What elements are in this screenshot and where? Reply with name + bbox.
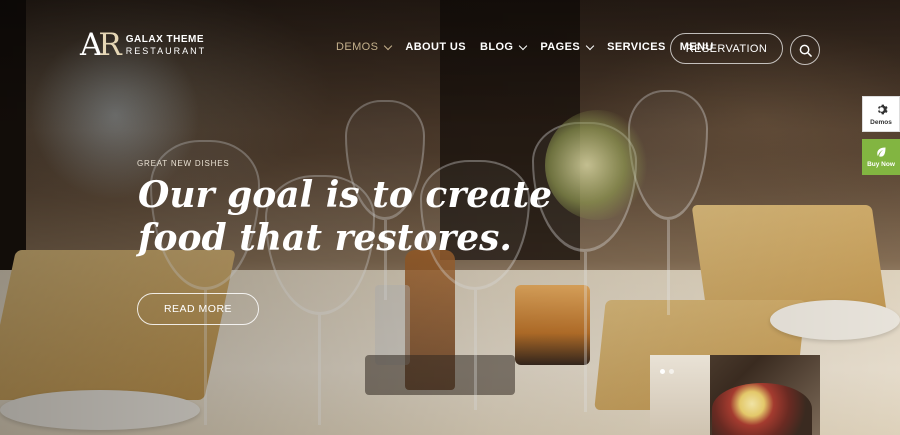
nav-item-demos[interactable]: DEMOS [336,41,393,53]
nav-item-about-us[interactable]: ABOUT US [405,41,466,53]
chevron-down-icon [384,41,393,50]
demos-widget-button[interactable]: Demos [862,96,900,132]
search-button[interactable] [790,35,820,65]
read-more-button[interactable]: READ MORE [137,293,259,325]
nav-item-pages[interactable]: PAGES [540,41,595,53]
buy-now-label: Buy Now [867,161,895,168]
demo-preview-thumbnail[interactable] [650,355,820,435]
gear-icon [877,104,888,114]
demos-widget-label: Demos [870,118,892,126]
leaf-icon [877,147,886,157]
preview-dish-image [712,383,812,435]
chevron-down-icon [519,41,528,50]
preview-panel [650,355,710,435]
pagination-dot-active[interactable] [660,369,665,374]
hero-headline-line-1: Our goal is to create [138,174,553,216]
hero-eyebrow: GREAT NEW DISHES [137,159,230,168]
chevron-down-icon [585,41,595,50]
logo-wordmark: GALAX THEME RESTAURANT [126,34,206,57]
nav-item-label: BLOG [480,41,514,53]
search-icon [799,44,812,57]
reservation-button[interactable]: RESERVATION [670,33,783,64]
nav-item-label: SERVICES [607,41,666,53]
logo-mark: AR [80,27,122,63]
nav-item-blog[interactable]: BLOG [480,41,528,53]
buy-now-button[interactable]: Buy Now [862,139,900,175]
pagination-dot[interactable] [669,369,674,374]
nav-item-services[interactable]: SERVICES [607,41,666,53]
logo-subtitle: RESTAURANT [125,46,207,57]
nav-item-label: DEMOS [336,41,379,53]
logo-name: GALAX THEME [125,34,205,46]
nav-item-label: ABOUT US [405,41,466,53]
site-logo[interactable]: AR GALAX THEME RESTAURANT [80,30,206,61]
preview-pagination [660,369,674,374]
hero-headline-line-2: food that restores. [138,217,512,260]
hero-headline: Our goal is to create food that restores… [138,174,578,260]
main-nav: DEMOS ABOUT US BLOG PAGES SERVICES MENU [336,41,714,53]
nav-item-label: PAGES [540,41,581,53]
